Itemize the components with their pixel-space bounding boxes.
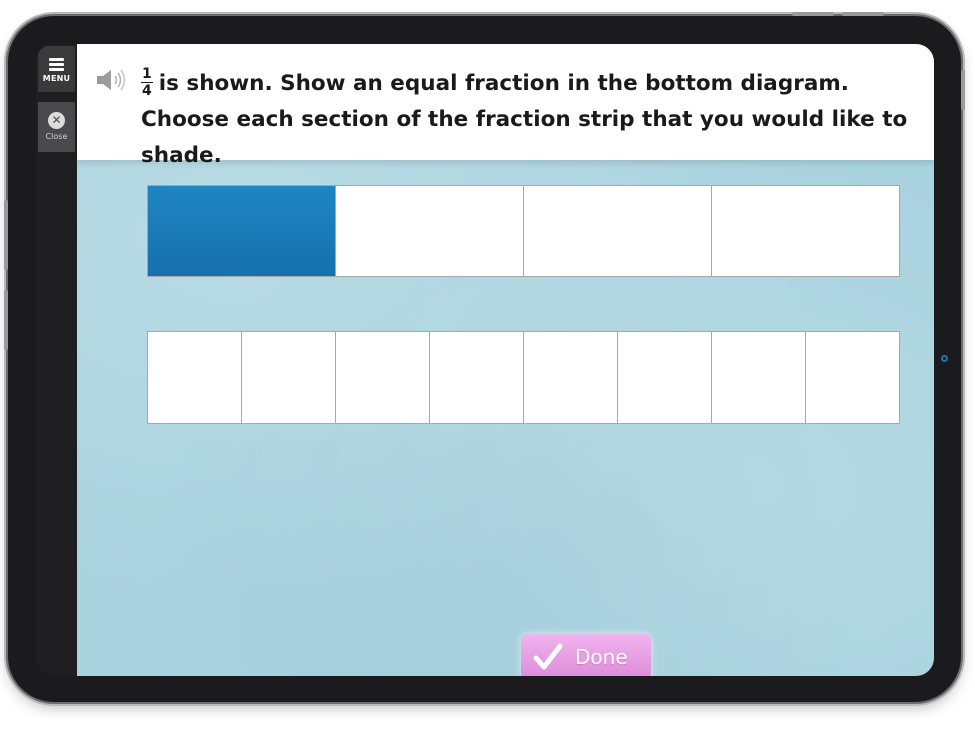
done-button[interactable]: Done	[521, 634, 651, 676]
fourths-strip-section	[524, 186, 712, 276]
fourths-strip-section	[148, 186, 336, 276]
fraction-denominator: 4	[142, 82, 152, 99]
menu-label: MENU	[42, 74, 71, 83]
fraction-one-fourth: 1 4	[141, 67, 153, 98]
hardware-button	[842, 12, 884, 16]
menu-button[interactable]: MENU	[38, 46, 75, 92]
camera	[941, 355, 948, 362]
eighths-strip-section[interactable]	[618, 332, 712, 423]
question-text: 1 4 is shown. Show an equal fraction in …	[141, 66, 926, 174]
eighths-strip-section[interactable]	[242, 332, 336, 423]
eighths-strip-section[interactable]	[148, 332, 242, 423]
hardware-button	[4, 200, 8, 270]
checkmark-icon	[533, 643, 563, 670]
fraction-numerator: 1	[141, 65, 153, 83]
close-label: Close	[45, 132, 68, 141]
sidebar: MENU ✕ Close	[36, 44, 77, 676]
speaker-icon[interactable]	[95, 68, 131, 92]
tablet-screen: MENU ✕ Close 1 4 is shown. Show an equal…	[36, 44, 934, 676]
hardware-button	[792, 12, 834, 16]
done-label: Done	[575, 645, 628, 669]
eighths-strip-section[interactable]	[430, 332, 524, 423]
fourths-strip-section	[712, 186, 899, 276]
close-icon: ✕	[48, 112, 65, 129]
fourths-strip-section	[336, 186, 524, 276]
fraction-strip-fourths	[147, 185, 900, 277]
hardware-button	[4, 290, 8, 350]
eighths-strip-section[interactable]	[336, 332, 430, 423]
activity-area: 1 4 is shown. Show an equal fraction in …	[77, 44, 934, 676]
eighths-strip-section[interactable]	[712, 332, 806, 423]
eighths-strip-section[interactable]	[524, 332, 618, 423]
question-header: 1 4 is shown. Show an equal fraction in …	[77, 44, 934, 168]
fraction-strip-eighths	[147, 331, 900, 424]
eighths-strip-section[interactable]	[806, 332, 899, 423]
hamburger-icon	[49, 58, 64, 71]
question-body: is shown. Show an equal fraction in the …	[141, 71, 908, 168]
close-button[interactable]: ✕ Close	[38, 102, 75, 152]
hardware-button	[961, 70, 965, 110]
